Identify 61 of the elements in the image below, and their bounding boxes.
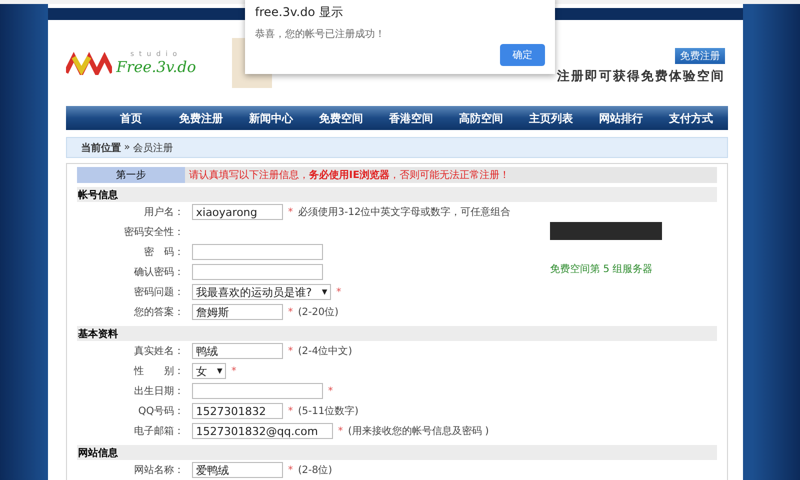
nav-link[interactable]: 支付方式 bbox=[656, 110, 726, 126]
text-field[interactable]: 鸭绒 bbox=[192, 343, 283, 359]
nav-link[interactable]: 主页列表 bbox=[516, 110, 586, 126]
field-hint: (2-20位) bbox=[298, 306, 338, 319]
field-label: 您的答案： bbox=[133, 306, 185, 319]
text-field[interactable]: 詹姆斯 bbox=[192, 304, 283, 320]
field-label: 密码安全性： bbox=[123, 226, 185, 239]
ok-button[interactable]: 确定 bbox=[500, 44, 545, 66]
text-field[interactable] bbox=[192, 264, 323, 280]
register-button[interactable]: 免费注册 bbox=[675, 48, 725, 64]
required-mark: * bbox=[231, 366, 236, 376]
field-hint: (2-4位中文) bbox=[298, 344, 352, 358]
required-mark: * bbox=[288, 306, 293, 318]
text-field[interactable] bbox=[192, 383, 323, 399]
breadcrumb-current: 会员注册 bbox=[133, 142, 174, 154]
field-label: QQ号码： bbox=[137, 405, 185, 418]
breadcrumb-separator: » bbox=[124, 142, 130, 153]
field-label: 电子邮箱： bbox=[133, 424, 185, 438]
nav-link[interactable]: 免费注册 bbox=[166, 110, 236, 126]
text-field[interactable]: 1527301832@qq.com bbox=[192, 423, 333, 439]
required-mark: * bbox=[288, 406, 293, 416]
text-field[interactable] bbox=[192, 244, 323, 260]
text-field[interactable]: xiaoyarong bbox=[192, 204, 283, 220]
logo-text: Free.3v.do bbox=[116, 58, 196, 76]
field-label: 密码问题： bbox=[133, 286, 185, 299]
nav-link[interactable]: 免费空间 bbox=[306, 110, 376, 126]
required-mark: * bbox=[328, 386, 333, 396]
required-mark: * bbox=[338, 426, 343, 436]
section-title: 网站信息 bbox=[77, 445, 717, 460]
text-field[interactable]: 爱鸭绒 bbox=[192, 462, 283, 478]
section-title: 基本资料 bbox=[77, 326, 717, 341]
section-title: 帐号信息 bbox=[77, 187, 717, 202]
field-label: 确认密码： bbox=[133, 266, 185, 279]
field-label: 出生日期： bbox=[133, 384, 185, 398]
slogan: 注册即可获得免费体验空间 bbox=[557, 68, 725, 84]
dialog-title: free.3v.do 显示 bbox=[255, 4, 344, 21]
field-label: 用户名： bbox=[143, 206, 185, 219]
field-label: 真实姓名： bbox=[133, 344, 185, 358]
breadcrumb-label: 当前位置 bbox=[81, 142, 121, 154]
nav-link[interactable]: 首页 bbox=[96, 110, 166, 126]
nav-link[interactable]: 网站排行 bbox=[586, 110, 656, 126]
notice-text: 请认真填写以下注册信息，务必使用IE浏览器，否则可能无法正常注册！ bbox=[188, 168, 510, 182]
server-caption: 免费空间第 5 组服务器 bbox=[550, 262, 653, 276]
nav-link[interactable]: 高防空间 bbox=[446, 110, 516, 126]
nav-link[interactable]: 香港空间 bbox=[376, 110, 446, 126]
field-hint: (5-11位数字) bbox=[298, 404, 358, 418]
field-hint: (2-8位) bbox=[298, 464, 332, 477]
dialog-message: 恭喜，您的帐号已注册成功！ bbox=[255, 28, 386, 41]
required-mark: * bbox=[288, 346, 293, 356]
step-label: 第一步 bbox=[77, 167, 185, 183]
field-hint: (用来接收您的帐号信息及密码 ) bbox=[348, 424, 489, 438]
required-mark: * bbox=[336, 286, 342, 298]
nav-link[interactable]: 新闻中心 bbox=[236, 110, 306, 126]
required-mark: * bbox=[288, 464, 293, 476]
field-label: 密 码： bbox=[143, 246, 185, 259]
text-field[interactable]: 1527301832 bbox=[192, 403, 283, 419]
field-label: 网站名称： bbox=[133, 464, 185, 477]
required-mark: * bbox=[288, 206, 293, 218]
field-label: 性 别： bbox=[132, 364, 185, 378]
field-hint: 必须使用3-12位中英文字母或数字，可任意组合 bbox=[298, 206, 511, 219]
logo-icon bbox=[66, 51, 112, 75]
